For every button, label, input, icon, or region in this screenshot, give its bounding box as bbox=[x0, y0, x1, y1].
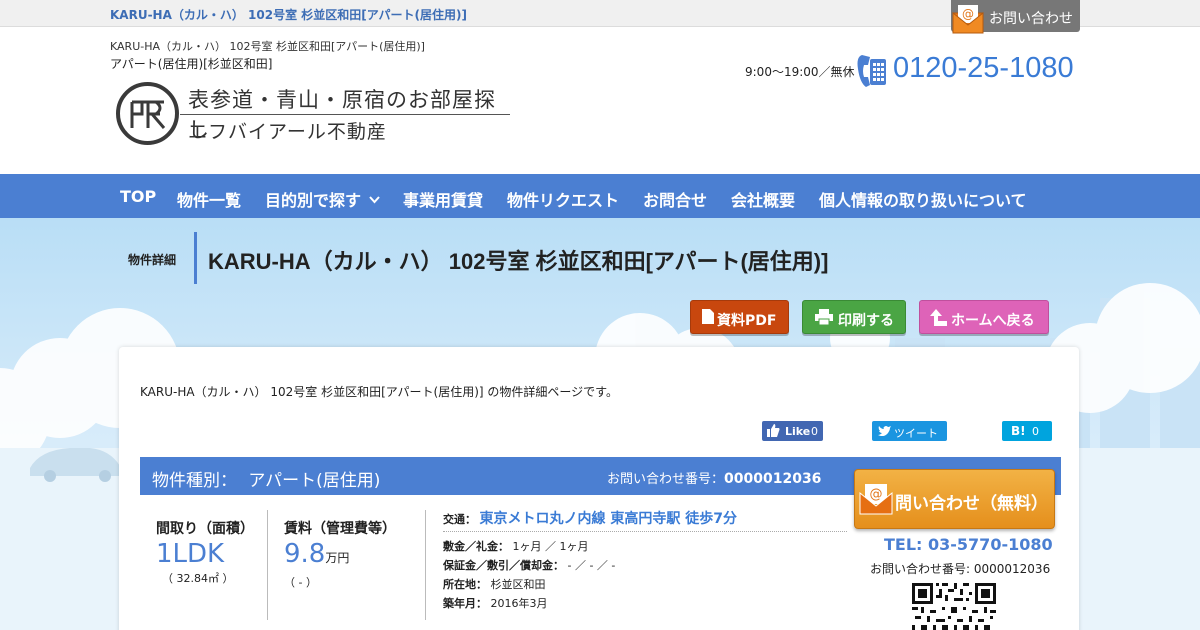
guarantee-value: - ／ - ／ - bbox=[567, 559, 616, 572]
qr-code bbox=[912, 583, 996, 630]
guarantee-label: 保証金／敷引／償却金： bbox=[443, 559, 564, 572]
return-arrow-icon bbox=[930, 309, 947, 326]
property-type-value: アパート(居住用) bbox=[248, 471, 381, 491]
address-value: 杉並区和田 bbox=[490, 578, 546, 591]
transport-link[interactable]: 東京メトロ丸ノ内線 東高円寺駅 徒歩7分 bbox=[480, 511, 738, 527]
chevron-down-icon bbox=[368, 196, 380, 204]
main-nav: TOP 物件一覧 目的別で探す 事業用賃貸 物件リクエスト お問合せ 会社概要 … bbox=[0, 174, 1200, 218]
printer-icon bbox=[815, 309, 833, 325]
page-title: KARU-HA（カル・ハ） 102号室 杉並区和田[アパート(居住用)] bbox=[208, 249, 829, 274]
guarantee-row: 保証金／敷引／償却金： - ／ - ／ - bbox=[443, 557, 847, 576]
layout-value: 1LDK bbox=[156, 539, 225, 569]
contact-tab-label: お問い合わせ bbox=[989, 11, 1073, 27]
inquiry-number: お問い合わせ番号：0000012036 bbox=[607, 468, 821, 487]
nav-item-top[interactable]: TOP bbox=[120, 187, 156, 206]
deposit-row: 敷金／礼金： 1ヶ月 ／ 1ヶ月 bbox=[443, 538, 847, 557]
facebook-like-label: Like bbox=[785, 425, 811, 438]
header-subtitle: KARU-HA（カル・ハ） 102号室 杉並区和田[アパート(居住用)] bbox=[110, 40, 425, 53]
nav-item-listings[interactable]: 物件一覧 bbox=[177, 187, 241, 211]
logo-divider bbox=[180, 114, 510, 115]
header-category: アパート(居住用)[杉並区和田] bbox=[110, 57, 273, 71]
thumbs-up-icon bbox=[767, 424, 780, 437]
hatena-bookmark-count: 0 bbox=[1032, 425, 1039, 438]
print-button[interactable]: 印刷する bbox=[802, 300, 906, 334]
nav-item-search-by-purpose-label: 目的別で探す bbox=[265, 191, 362, 210]
rent-unit: 万円 bbox=[325, 551, 350, 565]
inquiry-cta-button[interactable]: @ 問い合わせ（無料） bbox=[854, 469, 1055, 529]
address-row: 所在地： 杉並区和田 bbox=[443, 576, 847, 595]
inquiry-number-value: 0000012036 bbox=[724, 471, 822, 487]
facebook-like-button[interactable]: Like 0 bbox=[762, 421, 823, 441]
mail-icon: @ bbox=[859, 484, 893, 515]
page-intro: KARU-HA（カル・ハ） 102号室 杉並区和田[アパート(居住用)] の物件… bbox=[140, 385, 618, 399]
property-details: 交通： 東京メトロ丸ノ内線 東高円寺駅 徒歩7分 敷金／礼金： 1ヶ月 ／ 1ヶ… bbox=[443, 508, 847, 614]
print-button-label: 印刷する bbox=[838, 313, 894, 329]
rent-spec: 賃料（管理費等） 9.8万円 （ - ） bbox=[284, 518, 396, 590]
pdf-button[interactable]: 資料PDF bbox=[690, 300, 789, 334]
nav-item-business-rental[interactable]: 事業用賃貸 bbox=[403, 187, 483, 211]
logo-mark-icon bbox=[116, 82, 179, 145]
layout-spec: 間取り（面積） 1LDK （ 32.84㎡ ） bbox=[156, 518, 254, 586]
svg-text:@: @ bbox=[962, 7, 974, 21]
management-fee: （ - ） bbox=[284, 576, 317, 589]
nav-item-property-request[interactable]: 物件リクエスト bbox=[507, 187, 619, 211]
home-button-label: ホームへ戻る bbox=[951, 313, 1035, 329]
nav-item-company[interactable]: 会社概要 bbox=[731, 187, 795, 211]
built-value: 2016年3月 bbox=[490, 597, 548, 610]
transport-label: 交通： bbox=[443, 513, 476, 526]
rent-value: 9.8 bbox=[284, 539, 326, 569]
contact-tel[interactable]: TEL: 03-5770-1080 bbox=[884, 535, 1053, 554]
phone-number[interactable]: 0120-25-1080 bbox=[893, 52, 1074, 85]
contact-tab-button[interactable]: @ お問い合わせ bbox=[951, 0, 1080, 34]
built-row: 築年月： 2016年3月 bbox=[443, 595, 847, 614]
mail-icon: @ bbox=[952, 5, 984, 34]
page-header-accent bbox=[194, 232, 197, 284]
top-breadcrumb[interactable]: KARU-HA（カル・ハ） 102号室 杉並区和田[アパート(居住用)] bbox=[110, 6, 467, 23]
property-type-label: 物件種別： bbox=[152, 471, 237, 491]
facebook-like-count: 0 bbox=[811, 425, 818, 438]
cta-inquiry-number: お問い合わせ番号: 0000012036 bbox=[870, 562, 1051, 576]
pdf-button-label: 資料PDF bbox=[717, 313, 777, 329]
hatena-bookmark-icon: B! bbox=[1011, 424, 1026, 438]
nav-item-contact[interactable]: お問合せ bbox=[643, 187, 707, 211]
hatena-bookmark-button[interactable]: B! 0 bbox=[1002, 421, 1052, 441]
inquiry-cta-label: 問い合わせ（無料） bbox=[895, 494, 1048, 514]
layout-heading: 間取り（面積） bbox=[156, 521, 254, 537]
tweet-button[interactable]: ツイート bbox=[872, 421, 947, 441]
tweet-label: ツイート bbox=[894, 427, 938, 440]
site-logo[interactable]: 表参道・青山・原宿のお部屋探し エフバイアール不動産 bbox=[114, 80, 514, 150]
property-type: 物件種別： アパート(居住用) bbox=[152, 466, 380, 491]
logo-company-name: エフバイアール不動産 bbox=[188, 121, 387, 143]
page-label: 物件詳細 bbox=[128, 253, 177, 267]
nav-item-privacy[interactable]: 個人情報の取り扱いについて bbox=[819, 187, 1027, 211]
svg-text:@: @ bbox=[870, 487, 883, 502]
business-hours: 9:00～19:00／無休 bbox=[745, 65, 855, 79]
document-icon bbox=[702, 309, 714, 324]
deposit-label: 敷金／礼金： bbox=[443, 540, 509, 553]
spec-divider bbox=[267, 510, 268, 620]
phone-icon bbox=[857, 55, 886, 87]
transport-row: 交通： 東京メトロ丸ノ内線 東高円寺駅 徒歩7分 bbox=[443, 508, 847, 532]
home-button[interactable]: ホームへ戻る bbox=[919, 300, 1049, 334]
spec-divider bbox=[425, 510, 426, 620]
area-value: （ 32.84㎡ ） bbox=[162, 572, 234, 585]
inquiry-number-label: お問い合わせ番号： bbox=[607, 472, 725, 487]
built-label: 築年月： bbox=[443, 597, 487, 610]
rent-heading: 賃料（管理費等） bbox=[284, 521, 396, 537]
address-label: 所在地： bbox=[443, 578, 487, 591]
twitter-bird-icon bbox=[878, 426, 891, 436]
nav-item-search-by-purpose[interactable]: 目的別で探す bbox=[265, 187, 380, 211]
deposit-value: 1ヶ月 ／ 1ヶ月 bbox=[512, 540, 589, 553]
